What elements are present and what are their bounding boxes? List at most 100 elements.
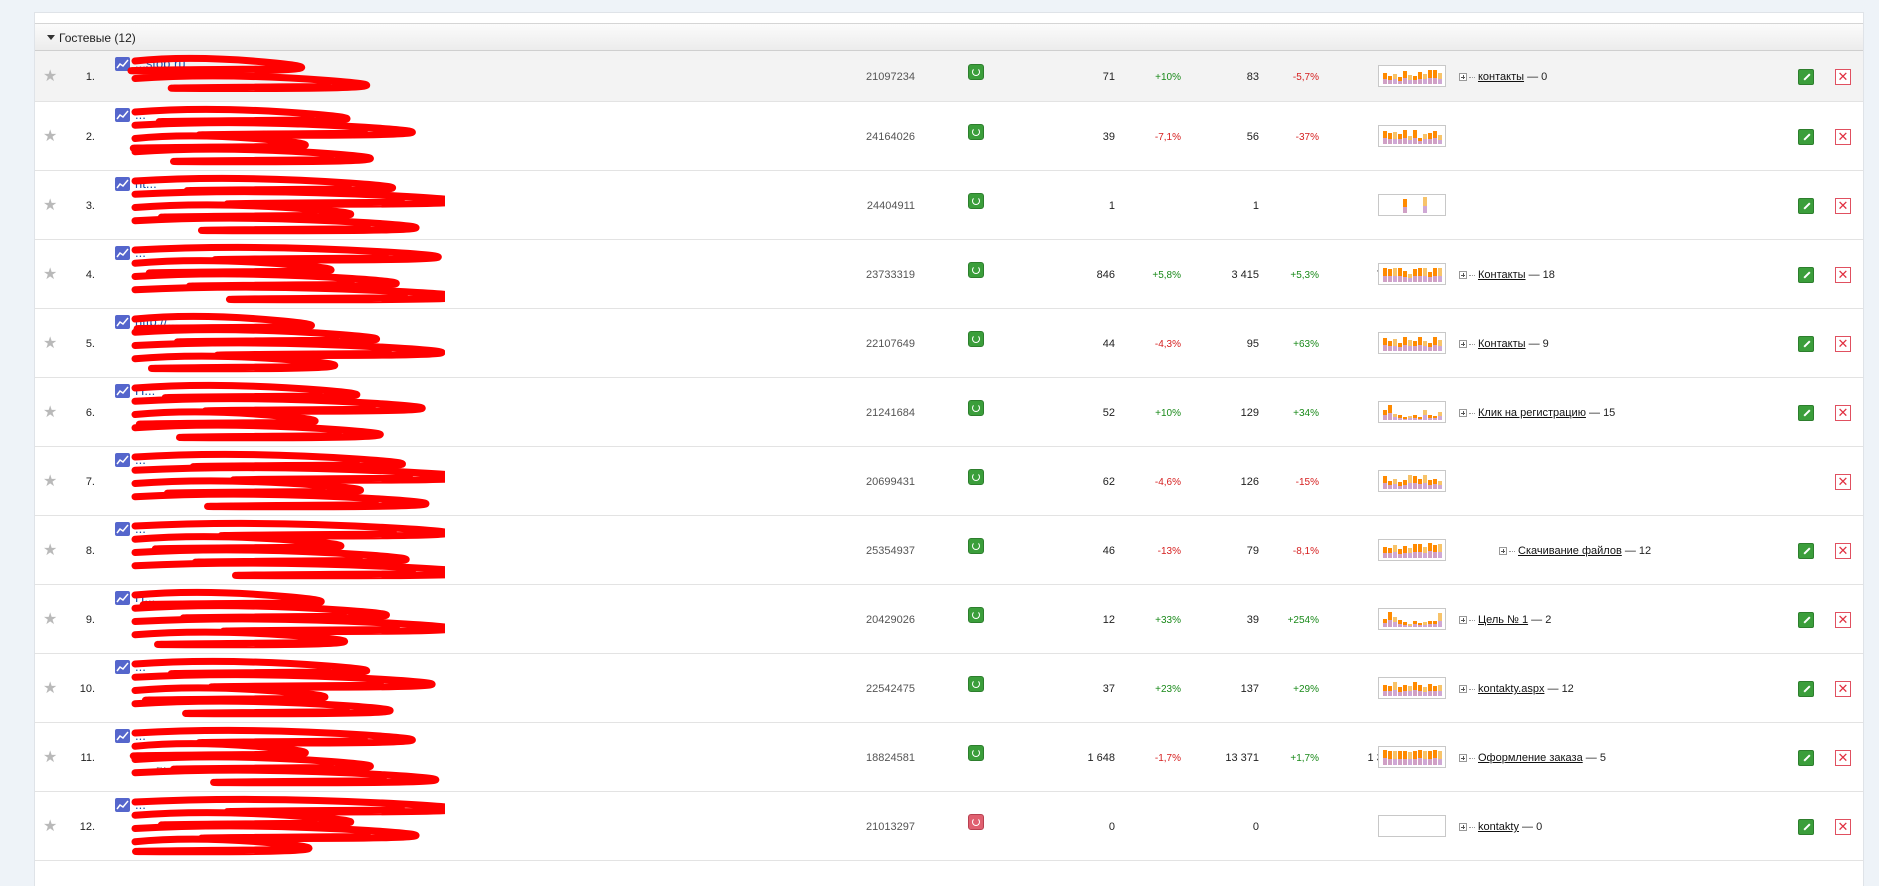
graph-icon[interactable] (115, 729, 130, 743)
favorite-star-icon[interactable]: ★ (43, 69, 59, 85)
expand-plus-icon[interactable] (1459, 340, 1467, 349)
group-header-guest[interactable]: Гостевые (12) (35, 23, 1863, 51)
expand-plus-icon[interactable] (1459, 616, 1467, 625)
expand-plus-icon[interactable] (1459, 754, 1467, 763)
sparkline-chart[interactable] (1378, 125, 1446, 147)
favorite-star-icon[interactable]: ★ (43, 129, 59, 145)
sparkline-chart[interactable] (1378, 608, 1446, 630)
favorite-star-icon[interactable]: ★ (43, 681, 59, 697)
table-row[interactable]: ★ 6. П... 21241684 52 +10% 129 +34% 44 К… (35, 378, 1863, 447)
sparkline-chart[interactable] (1378, 470, 1446, 492)
expand-plus-icon[interactable] (1459, 73, 1467, 82)
status-icon[interactable] (968, 124, 984, 140)
goal-link[interactable]: Контакты (1478, 269, 1526, 281)
sparkline-chart[interactable] (1378, 332, 1446, 354)
delete-button[interactable]: ✕ (1835, 474, 1851, 490)
goal-link[interactable]: Оформление заказа (1478, 752, 1583, 764)
graph-icon[interactable] (115, 384, 130, 398)
status-icon[interactable] (968, 607, 984, 623)
site-name-link[interactable]: ... (135, 452, 146, 467)
edit-button[interactable] (1798, 129, 1814, 145)
edit-button[interactable] (1798, 750, 1814, 766)
sparkline-chart[interactable] (1378, 677, 1446, 699)
site-name-link[interactable]: П... (135, 383, 155, 398)
table-row[interactable]: ★ 7. ... 20699431 62 -4,6% 126 -15% 57 ✕ (35, 447, 1863, 516)
expand-plus-icon[interactable] (1459, 685, 1467, 694)
edit-button[interactable] (1798, 819, 1814, 835)
delete-button[interactable]: ✕ (1835, 129, 1851, 145)
graph-icon[interactable] (115, 522, 130, 536)
table-row[interactable]: ★ 1. ...stop.ru 21097234 71 +10% 83 -5,7… (35, 51, 1863, 102)
goal-link[interactable]: Цель № 1 (1478, 614, 1528, 626)
graph-icon[interactable] (115, 315, 130, 329)
sparkline-chart[interactable] (1378, 539, 1446, 561)
status-icon[interactable] (968, 193, 984, 209)
table-row[interactable]: ★ 12. ... 21013297 0 0 0 kontakty — 0✕ (35, 792, 1863, 861)
favorite-star-icon[interactable]: ★ (43, 612, 59, 628)
status-icon[interactable] (968, 538, 984, 554)
graph-icon[interactable] (115, 108, 130, 122)
status-icon[interactable] (968, 262, 984, 278)
site-name-link[interactable]: ... (135, 521, 146, 536)
favorite-star-icon[interactable]: ★ (43, 750, 59, 766)
table-row[interactable]: ★ 2. ... 24164026 39 -7,1% 56 -37% 37 ✕ (35, 102, 1863, 171)
expand-plus-icon[interactable] (1459, 823, 1467, 832)
edit-button[interactable] (1798, 612, 1814, 628)
edit-button[interactable] (1798, 267, 1814, 283)
favorite-star-icon[interactable]: ★ (43, 336, 59, 352)
delete-button[interactable]: ✕ (1835, 267, 1851, 283)
sparkline-chart[interactable] (1378, 65, 1446, 87)
status-icon[interactable] (968, 676, 984, 692)
sparkline-chart[interactable] (1378, 263, 1446, 285)
sparkline-chart[interactable] (1378, 194, 1446, 216)
graph-icon[interactable] (115, 660, 130, 674)
graph-icon[interactable] (115, 177, 130, 191)
delete-button[interactable]: ✕ (1835, 543, 1851, 559)
edit-button[interactable] (1798, 405, 1814, 421)
table-row[interactable]: ★ 5. http://... 22107649 44 -4,3% 95 +63… (35, 309, 1863, 378)
sparkline-chart[interactable] (1378, 746, 1446, 768)
collapse-triangle-icon[interactable] (47, 35, 55, 40)
site-name-link[interactable]: ... (135, 245, 146, 260)
table-row[interactable]: ★ 10. ... 22542475 37 +23% 137 +29% 34 k… (35, 654, 1863, 723)
graph-icon[interactable] (115, 246, 130, 260)
expand-plus-icon[interactable] (1499, 547, 1507, 556)
goal-link[interactable]: kontakty.aspx (1478, 683, 1544, 695)
goal-link[interactable]: Контакты (1478, 338, 1526, 350)
delete-button[interactable]: ✕ (1835, 69, 1851, 85)
delete-button[interactable]: ✕ (1835, 681, 1851, 697)
delete-button[interactable]: ✕ (1835, 750, 1851, 766)
edit-button[interactable] (1798, 336, 1814, 352)
status-icon[interactable] (968, 469, 984, 485)
table-row[interactable]: ★ 9. П... 20429026 12 +33% 39 +254% 11 Ц… (35, 585, 1863, 654)
table-row[interactable]: ★ 4. ... 23733319 846 +5,8% 3 415 +5,3% … (35, 240, 1863, 309)
delete-button[interactable]: ✕ (1835, 336, 1851, 352)
goal-link[interactable]: Скачивание файлов (1518, 545, 1622, 557)
table-row[interactable]: ★ 3. ht... 24404911 1 1 1 ✕ (35, 171, 1863, 240)
graph-icon[interactable] (115, 57, 130, 71)
status-icon[interactable] (968, 400, 984, 416)
delete-button[interactable]: ✕ (1835, 405, 1851, 421)
goal-link[interactable]: kontakty (1478, 821, 1519, 833)
site-name-link[interactable]: ... (135, 797, 146, 812)
graph-icon[interactable] (115, 591, 130, 605)
status-icon[interactable] (968, 814, 984, 830)
goal-link[interactable]: контакты (1478, 71, 1524, 83)
site-name-link[interactable]: ...stop.ru (135, 56, 186, 71)
site-name-link[interactable]: ... (135, 728, 146, 743)
favorite-star-icon[interactable]: ★ (43, 819, 59, 835)
site-name-link[interactable]: ht... (135, 176, 157, 191)
expand-plus-icon[interactable] (1459, 271, 1467, 280)
edit-button[interactable] (1798, 69, 1814, 85)
delete-button[interactable]: ✕ (1835, 819, 1851, 835)
delete-button[interactable]: ✕ (1835, 198, 1851, 214)
status-icon[interactable] (968, 331, 984, 347)
site-name-link[interactable]: ... (135, 107, 146, 122)
site-name-link[interactable]: П... (135, 590, 155, 605)
edit-button[interactable] (1798, 198, 1814, 214)
favorite-star-icon[interactable]: ★ (43, 474, 59, 490)
sparkline-chart[interactable] (1378, 401, 1446, 423)
graph-icon[interactable] (115, 798, 130, 812)
expand-plus-icon[interactable] (1459, 409, 1467, 418)
edit-button[interactable] (1798, 681, 1814, 697)
